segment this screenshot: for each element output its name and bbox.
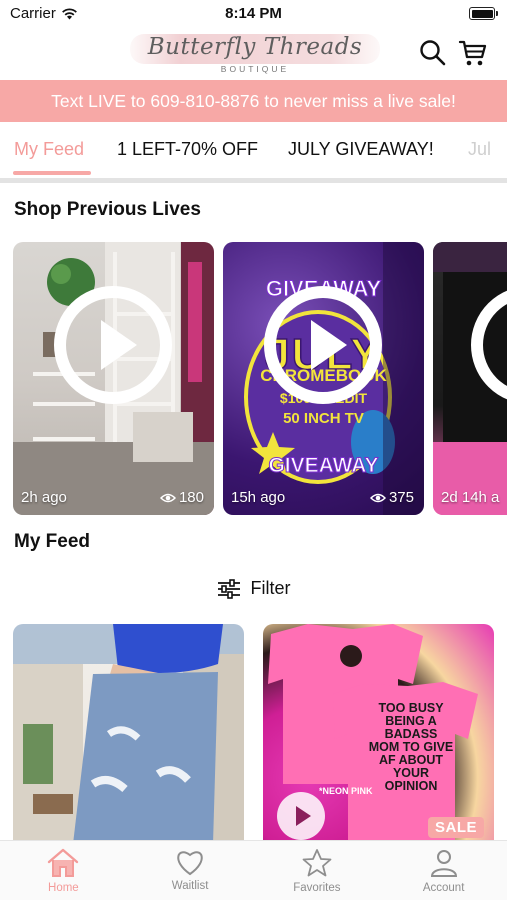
search-icon[interactable] xyxy=(418,38,448,68)
bottom-tab-bar: Home Waitlist Favorites Account xyxy=(0,840,507,900)
battery-icon xyxy=(469,7,498,20)
live-age: 2d 14h a xyxy=(441,489,500,506)
promo-banner-text: Text LIVE to 609-810-8876 to never miss … xyxy=(51,90,456,111)
logo-subtext: BOUTIQUE xyxy=(220,64,290,74)
app-header: Butterfly Threads BOUTIQUE xyxy=(0,28,507,80)
nav-favorites-label: Favorites xyxy=(293,882,341,894)
live-age: 2h ago xyxy=(21,489,67,506)
view-count-value: 180 xyxy=(178,489,204,506)
filter-label: Filter xyxy=(250,578,291,598)
giveaway-footer: GIVEAWAY xyxy=(268,454,379,478)
brand-logo[interactable]: Butterfly Threads BOUTIQUE xyxy=(124,30,386,76)
giveaway-prize-3: 50 INCH TV xyxy=(283,410,364,427)
view-count: 375 xyxy=(369,489,414,506)
tab-1-left-70-off[interactable]: 1 LEFT-70% OFF xyxy=(117,139,258,160)
nav-account-label: Account xyxy=(422,882,465,894)
view-count-value: 375 xyxy=(388,489,414,506)
play-icon[interactable] xyxy=(264,286,382,404)
nav-waitlist-label: Waitlist xyxy=(171,880,209,892)
nav-favorites[interactable]: Favorites xyxy=(254,841,381,900)
previous-live-card[interactable]: GIVEAWAY JULY CHROMEBOOK $100 CREDIT 50 … xyxy=(223,242,424,515)
tabs-divider xyxy=(0,178,507,183)
play-icon[interactable] xyxy=(277,792,325,840)
feed-item[interactable]: TOO BUSY BEING A BADASS MOM TO GIVE AF A… xyxy=(263,624,494,844)
previous-lives-title: Shop Previous Lives xyxy=(14,199,201,220)
nav-home[interactable]: Home xyxy=(0,841,127,900)
filter-button[interactable]: Filter xyxy=(0,578,507,599)
previous-live-card[interactable]: 2d 14h a xyxy=(433,242,507,515)
tab-jul[interactable]: Jul xyxy=(468,139,491,160)
tab-my-feed[interactable]: My Feed xyxy=(14,139,84,160)
status-bar: Carrier 8:14 PM xyxy=(0,0,507,28)
nav-account[interactable]: Account xyxy=(380,841,507,900)
category-tabs: My Feed 1 LEFT-70% OFF JULY GIVEAWAY! Ju… xyxy=(0,122,507,178)
heart-icon xyxy=(177,851,203,876)
color-note: *NEON PINK xyxy=(319,786,373,796)
logo-script-text: Butterfly Threads xyxy=(147,34,363,60)
person-icon xyxy=(430,850,457,877)
live-age: 15h ago xyxy=(231,489,286,506)
my-feed-title: My Feed xyxy=(14,531,91,552)
star-icon xyxy=(302,849,332,877)
eye-icon xyxy=(159,493,176,502)
previous-live-card[interactable]: 2h ago 180 xyxy=(13,242,214,515)
jeans-product-image xyxy=(13,624,244,844)
nav-waitlist[interactable]: Waitlist xyxy=(127,841,254,900)
sliders-icon xyxy=(217,578,240,599)
tab-july-giveaway[interactable]: JULY GIVEAWAY! xyxy=(288,139,434,160)
shirt-slogan: TOO BUSY BEING A BADASS MOM TO GIVE AF A… xyxy=(368,701,454,793)
view-count: 180 xyxy=(159,489,204,506)
promo-banner[interactable]: Text LIVE to 609-810-8876 to never miss … xyxy=(0,80,507,122)
sale-badge: SALE xyxy=(427,817,484,838)
feed-item[interactable] xyxy=(13,624,244,844)
home-icon xyxy=(48,848,79,877)
eye-icon xyxy=(369,493,386,502)
cart-icon[interactable] xyxy=(458,38,488,68)
active-tab-indicator xyxy=(13,171,91,175)
clock: 8:14 PM xyxy=(225,5,282,22)
nav-home-label: Home xyxy=(48,882,79,894)
play-icon[interactable] xyxy=(54,286,172,404)
